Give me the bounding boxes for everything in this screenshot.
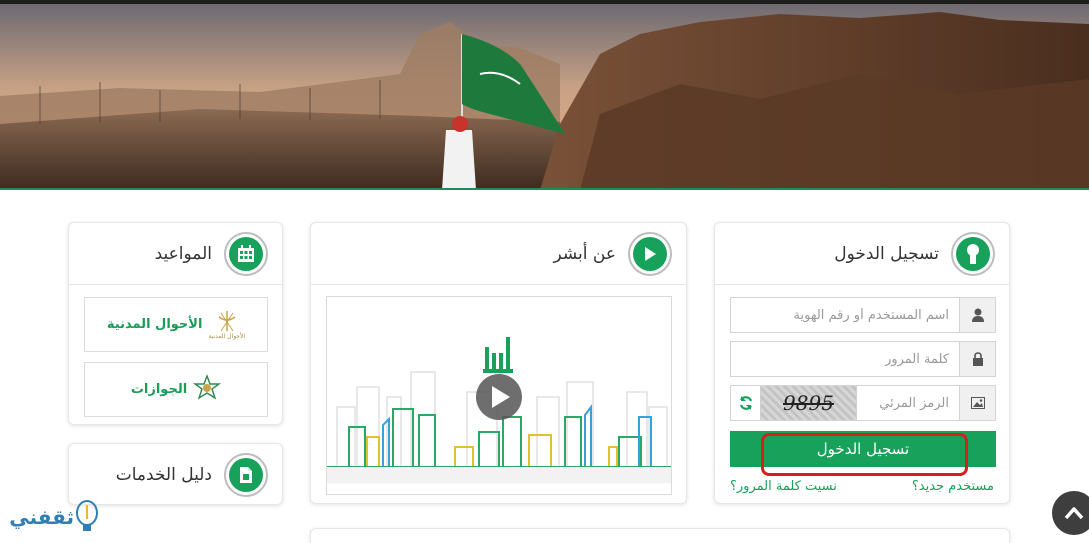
login-button[interactable]: تسجيل الدخول <box>730 431 996 467</box>
username-field-row <box>730 297 996 333</box>
civil-affairs-sub: الأحوال المدنية <box>208 333 246 340</box>
username-input[interactable] <box>731 298 959 332</box>
civil-affairs-logo: الأحوال المدنية <box>208 309 245 340</box>
lock-icon <box>959 342 995 376</box>
calendar-icon <box>224 231 268 276</box>
login-title: تسجيل الدخول <box>834 243 939 264</box>
chevron-up-icon <box>1064 507 1084 520</box>
image-icon <box>959 386 995 420</box>
passports-label: الجوازات <box>130 382 188 397</box>
captcha-input[interactable] <box>857 386 959 420</box>
about-title: عن أبشر <box>553 243 617 264</box>
appointments-panel-header: المواعيد <box>69 223 282 285</box>
login-panel: تسجيل الدخول 9895 تسجيل الدخول مستخدم جد… <box>714 222 1010 504</box>
login-panel-header: تسجيل الدخول <box>715 223 1009 285</box>
lightbulb-icon <box>76 500 98 531</box>
password-input[interactable] <box>731 342 959 376</box>
document-icon <box>224 453 268 497</box>
appointments-panel: المواعيد الأحوال المدنية الأحوال المدنية… <box>68 222 283 425</box>
keyhole-icon <box>951 231 995 276</box>
site-watermark: ثقفني <box>2 494 100 540</box>
services-panel-header: دليل الخدمات <box>69 444 282 506</box>
civil-affairs-label: الأحوال المدنية <box>106 317 203 332</box>
hero-banner <box>0 0 1089 190</box>
passports-card[interactable]: الجوازات <box>84 362 268 417</box>
captcha-code: 9895 <box>783 391 834 415</box>
forgot-password-link[interactable]: نسيت كلمة المرور؟ <box>730 479 837 494</box>
services-guide-panel[interactable]: دليل الخدمات <box>68 443 283 505</box>
passports-logo <box>192 373 222 406</box>
refresh-captcha-icon[interactable] <box>731 386 761 420</box>
absher-logo <box>483 337 513 373</box>
bottom-panel-edge <box>310 528 1010 543</box>
new-user-link[interactable]: مستخدم جديد؟ <box>912 479 994 494</box>
civil-affairs-card[interactable]: الأحوال المدنية الأحوال المدنية <box>84 297 268 352</box>
play-circle-icon <box>628 231 672 276</box>
captcha-image: 9895 <box>761 386 857 420</box>
services-title: دليل الخدمات <box>115 465 212 485</box>
video-player[interactable] <box>326 296 672 495</box>
captcha-field-row: 9895 <box>730 385 996 421</box>
user-icon <box>959 298 995 332</box>
password-field-row <box>730 341 996 377</box>
scroll-top-button[interactable] <box>1052 491 1089 535</box>
watermark-text: ثقفني <box>9 505 74 529</box>
about-panel: عن أبشر <box>310 222 687 504</box>
appointments-title: المواعيد <box>154 243 212 264</box>
about-panel-header: عن أبشر <box>311 223 686 285</box>
